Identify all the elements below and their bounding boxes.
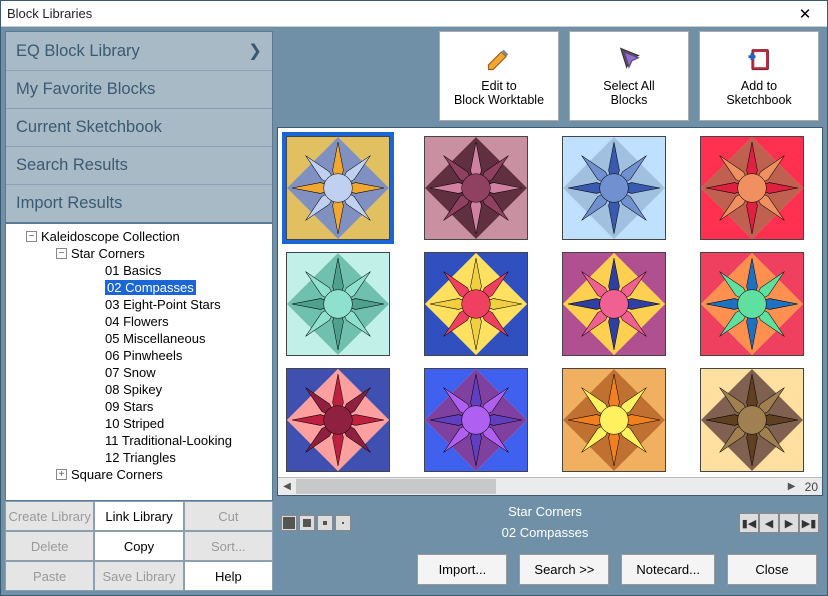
delete-button[interactable]: Delete [5,531,94,561]
nav-favorites[interactable]: My Favorite Blocks [6,71,272,109]
block-thumbnail[interactable] [286,368,390,472]
nav-import[interactable]: Import Results [6,185,272,222]
block-count: 20 [801,480,822,494]
block-gallery [278,128,822,477]
tree-collection[interactable]: −Kaleidoscope Collection [6,228,272,245]
chevron-right-icon: ❯ [248,41,262,61]
tree-item[interactable]: 11 Traditional-Looking [6,432,272,449]
paste-button[interactable]: Paste [5,561,94,591]
cut-button[interactable]: Cut [184,501,273,531]
status-text: Star Corners 02 Compasses [353,502,737,544]
create-library-button[interactable]: Create Library [5,501,94,531]
window-title: Block Libraries [7,6,789,21]
size-medium-button[interactable] [299,515,315,531]
block-thumbnail[interactable] [424,136,528,240]
gallery-scrollbar[interactable]: ◀ ▶ 20 [278,477,822,495]
nav-eq-library[interactable]: EQ Block Library ❯ [6,32,272,71]
block-thumbnail[interactable] [286,136,390,240]
next-button[interactable]: ▶ [779,513,799,533]
notecard-button[interactable]: Notecard... [621,554,715,585]
library-actions: Create Library Link Library Cut Delete C… [5,501,273,591]
first-button[interactable]: ▮◀ [739,513,759,533]
tree-item[interactable]: 03 Eight-Point Stars [6,296,272,313]
block-thumbnail[interactable] [700,252,804,356]
block-thumbnail[interactable] [424,252,528,356]
bottom-buttons: Import... Search >> Notecard... Close [277,550,823,591]
size-large-button[interactable] [281,515,297,531]
block-thumbnail[interactable] [700,368,804,472]
block-thumbnail[interactable] [562,252,666,356]
titlebar: Block Libraries ✕ [1,1,827,27]
book-plus-icon [745,45,773,73]
tree-item[interactable]: 06 Pinwheels [6,347,272,364]
library-tree[interactable]: −Kaleidoscope Collection −Star Corners 0… [5,223,273,501]
size-small-button[interactable] [317,515,333,531]
help-button[interactable]: Help [184,561,273,591]
tree-item[interactable]: 02 Compasses [6,279,272,296]
copy-button[interactable]: Copy [94,531,183,561]
block-thumbnail[interactable] [700,136,804,240]
tree-item[interactable]: 08 Spikey [6,381,272,398]
tree-next-parent[interactable]: +Square Corners [6,466,272,483]
scroll-left-icon[interactable]: ◀ [278,478,296,495]
size-tiny-button[interactable] [335,515,351,531]
tree-parent[interactable]: −Star Corners [6,245,272,262]
collapse-icon[interactable]: − [56,248,67,259]
scroll-right-icon[interactable]: ▶ [783,478,801,495]
tree-item[interactable]: 01 Basics [6,262,272,279]
link-library-button[interactable]: Link Library [94,501,183,531]
library-nav: EQ Block Library ❯ My Favorite Blocks Cu… [5,31,273,223]
sort-button[interactable]: Sort... [184,531,273,561]
select-all-button[interactable]: Select AllBlocks [569,31,689,121]
nav-search[interactable]: Search Results [6,147,272,185]
search-button[interactable]: Search >> [519,554,609,585]
collapse-icon[interactable]: − [26,231,37,242]
nav-sketchbook[interactable]: Current Sketchbook [6,109,272,147]
tree-item[interactable]: 09 Stars [6,398,272,415]
block-thumbnail[interactable] [286,252,390,356]
edit-worktable-button[interactable]: Edit toBlock Worktable [439,31,559,121]
save-library-button[interactable]: Save Library [94,561,183,591]
block-thumbnail[interactable] [424,368,528,472]
pencil-icon [485,45,513,73]
close-button[interactable]: Close [727,554,817,585]
add-sketchbook-button[interactable]: Add toSketchbook [699,31,819,121]
toolbar: Edit toBlock Worktable Select AllBlocks … [277,31,823,121]
import-button[interactable]: Import... [417,554,507,585]
block-thumbnail[interactable] [562,368,666,472]
last-button[interactable]: ▶▮ [799,513,819,533]
expand-icon[interactable]: + [56,469,67,480]
tree-item[interactable]: 10 Striped [6,415,272,432]
tree-item[interactable]: 07 Snow [6,364,272,381]
prev-button[interactable]: ◀ [759,513,779,533]
scroll-thumb[interactable] [296,479,496,494]
close-icon[interactable]: ✕ [789,5,821,23]
block-thumbnail[interactable] [562,136,666,240]
tree-item[interactable]: 05 Miscellaneous [6,330,272,347]
tree-item[interactable]: 12 Triangles [6,449,272,466]
tree-item[interactable]: 04 Flowers [6,313,272,330]
cursor-icon [615,45,643,73]
